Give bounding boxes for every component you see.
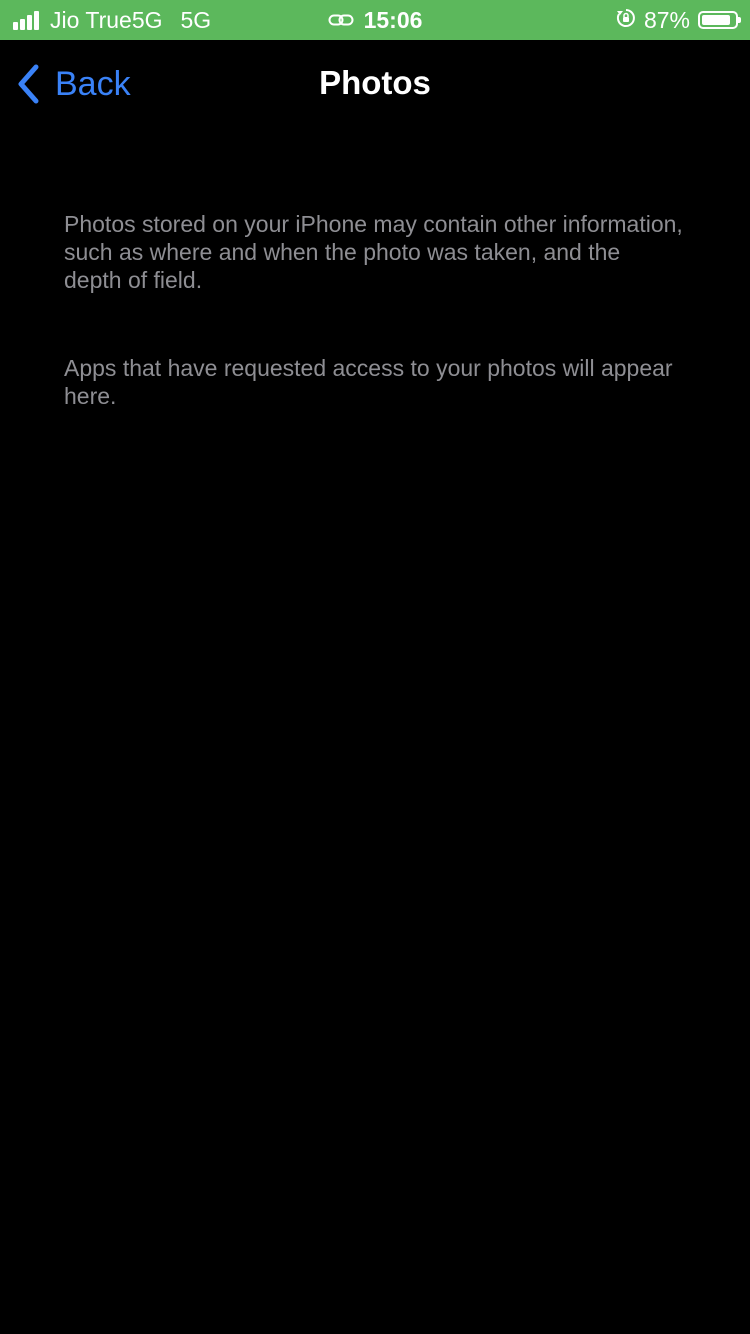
- apps-access-info-text: Apps that have requested access to your …: [64, 355, 673, 409]
- status-time: 15:06: [363, 6, 423, 33]
- orientation-lock-icon: [616, 7, 636, 34]
- battery-icon: [698, 11, 741, 29]
- navigation-bar: Back Photos: [0, 40, 750, 128]
- status-bar: Jio True5G 5G 15:06 87%: [0, 0, 750, 40]
- link-icon: [328, 7, 354, 34]
- photos-info-content: Photos stored on your iPhone may contain…: [64, 210, 684, 410]
- photo-metadata-info-text: Photos stored on your iPhone may contain…: [64, 211, 683, 293]
- status-bar-right: 87%: [616, 0, 741, 40]
- battery-percent: 87%: [643, 6, 690, 33]
- page-title: Photos: [319, 64, 431, 101]
